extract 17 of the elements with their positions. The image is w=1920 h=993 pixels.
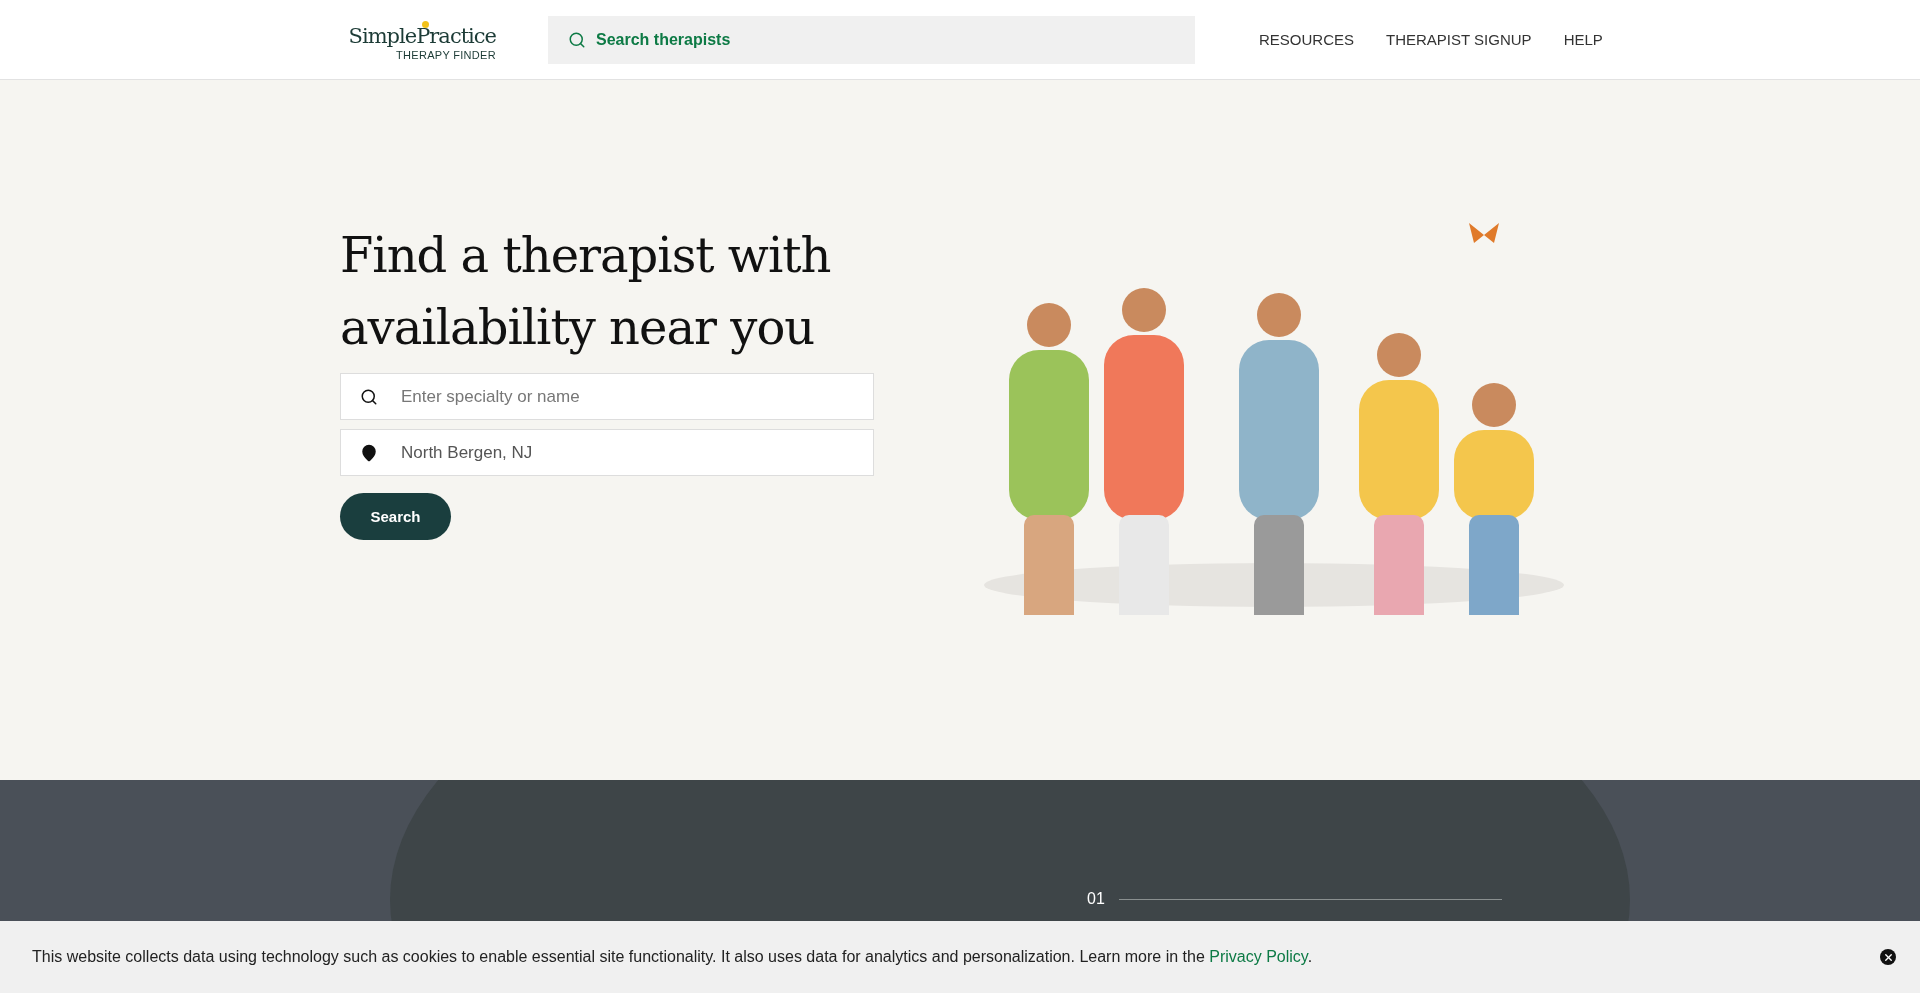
- location-pin-icon: [360, 443, 378, 462]
- search-icon: [360, 387, 378, 406]
- close-button[interactable]: [1880, 949, 1896, 965]
- therapist-search-field[interactable]: Search therapists: [548, 15, 1195, 64]
- step-number: 01: [1087, 890, 1105, 908]
- nav-link[interactable]: HELP: [1563, 31, 1603, 48]
- hero-heading: Find a therapist with availability near you: [340, 226, 832, 357]
- privacy-policy-link[interactable]: Privacy Policy: [1209, 948, 1308, 965]
- nav-link[interactable]: RESOURCES: [1259, 31, 1355, 48]
- search-button[interactable]: Search: [340, 493, 451, 540]
- cookie-notice: This website collects data using technology such as cookies to enable essential site functionality. It also uses data for analytics and personalization. Learn more in the Privacy Policy.: [32, 948, 1313, 966]
- logo[interactable]: SimplePractice THERAPY FINDER: [340, 18, 496, 61]
- close-icon: [1882, 951, 1894, 963]
- nav-link[interactable]: THERAPIST SIGNUP: [1386, 31, 1532, 48]
- search-icon: [568, 30, 586, 49]
- location-field[interactable]: North Bergen, NJ: [340, 429, 874, 476]
- specialty-search-field[interactable]: Enter specialty or name: [340, 373, 874, 420]
